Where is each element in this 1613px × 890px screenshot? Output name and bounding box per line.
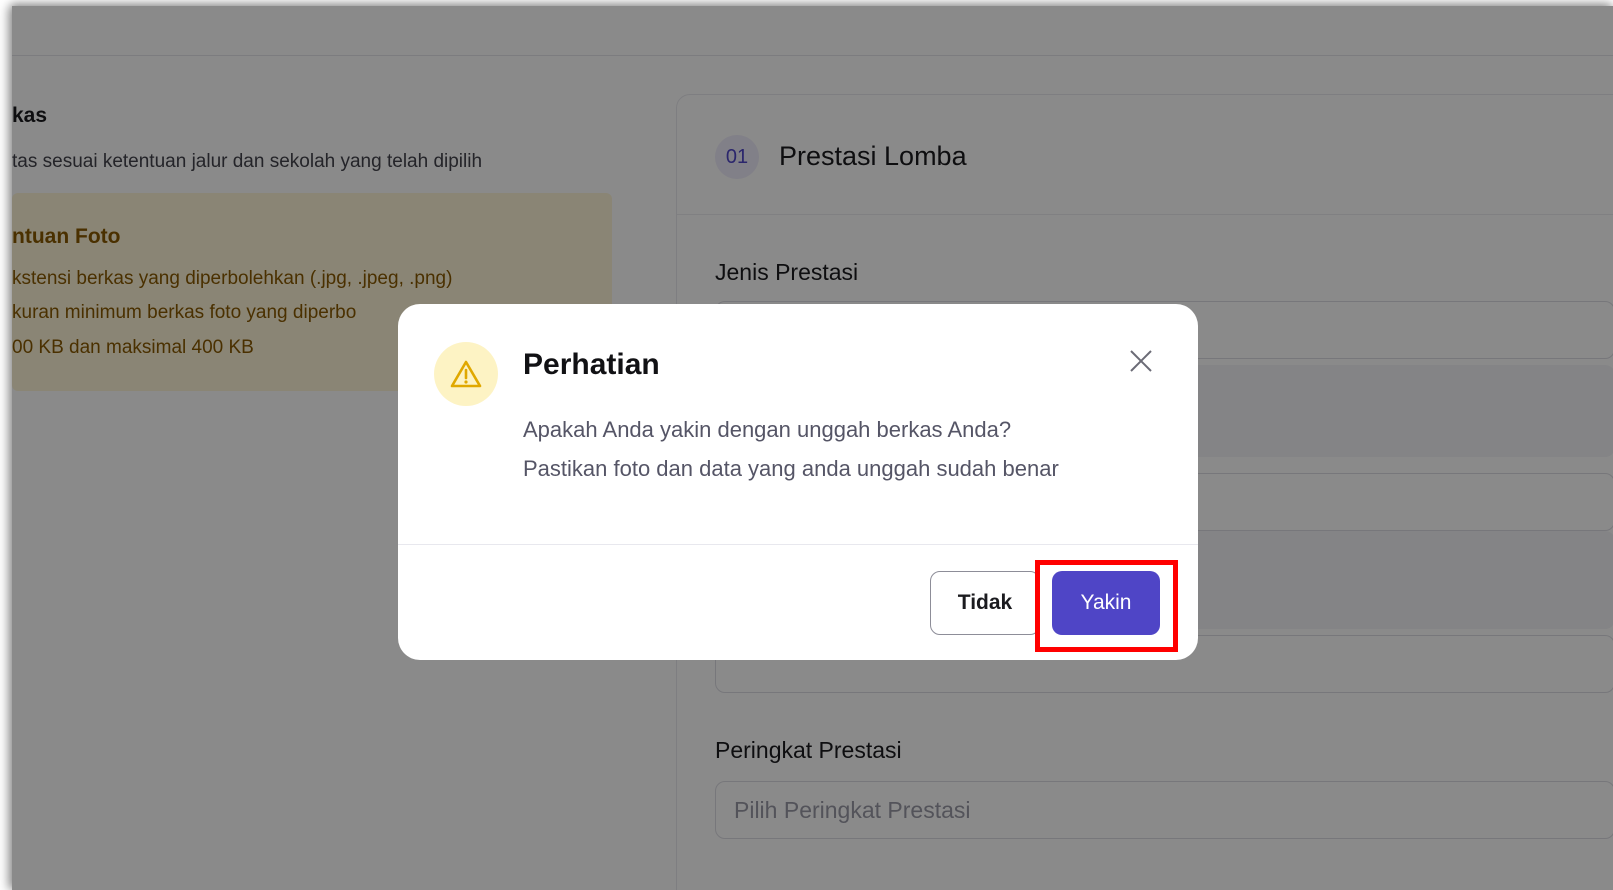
dialog-title: Perhatian — [523, 348, 660, 381]
dialog-message-line2: Pastikan foto dan data yang anda unggah … — [523, 456, 1059, 481]
screenshot-frame: kas tas sesuai ketentuan jalur dan sekol… — [12, 6, 1613, 890]
cancel-button[interactable]: Tidak — [930, 571, 1040, 635]
warning-icon — [434, 342, 498, 406]
close-icon[interactable] — [1124, 344, 1158, 378]
confirm-button[interactable]: Yakin — [1052, 571, 1160, 635]
dialog-divider — [398, 544, 1198, 545]
confirmation-dialog: Perhatian Apakah Anda yakin dengan ungga… — [398, 304, 1198, 660]
dialog-message-line1: Apakah Anda yakin dengan unggah berkas A… — [523, 417, 1012, 442]
